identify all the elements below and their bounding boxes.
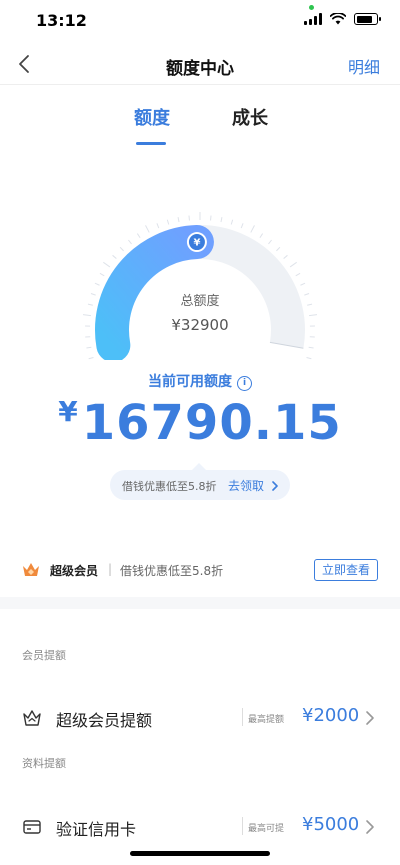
available-credit-amount: ¥16790.15: [0, 395, 400, 451]
status-time: 13:12: [36, 11, 87, 30]
total-credit-label: 总额度: [180, 294, 220, 309]
home-indicator: [130, 851, 270, 856]
gauge-tick: [156, 223, 160, 229]
gauge-tick: [119, 246, 124, 252]
gauge-tick: [136, 233, 141, 239]
gauge-tick: [94, 282, 100, 286]
row-hint: 最高提额: [248, 715, 285, 725]
gauge-tick: [240, 223, 244, 229]
view-now-button[interactable]: 立即查看: [314, 559, 378, 581]
crown-icon: [23, 710, 41, 726]
row-hint: 最高可提: [248, 824, 285, 834]
info-icon[interactable]: i: [237, 376, 252, 391]
chevron-right-icon: [272, 481, 278, 491]
gauge-tick: [308, 346, 314, 349]
currency-symbol: ¥: [58, 395, 78, 428]
promo-text: 借钱优惠低至5.8折: [122, 480, 217, 493]
active-tab-indicator: [136, 142, 166, 145]
section-label-info: 资料提额: [22, 757, 66, 770]
svg-text:¥: ¥: [193, 238, 200, 249]
gauge-tick: [250, 225, 255, 233]
vip-separator: |: [108, 562, 113, 576]
gauge-tick: [177, 217, 180, 223]
gauge-tick: [276, 246, 281, 252]
total-credit-value: ¥32900: [171, 316, 229, 334]
tab-bar: 额度 成长: [0, 98, 400, 148]
page-title: 额度中心: [166, 59, 234, 79]
row-value: ¥2000: [302, 705, 360, 726]
gauge-tick: [99, 272, 105, 277]
section-divider: [0, 597, 400, 609]
row-divider: [242, 817, 243, 835]
gauge-tick: [88, 357, 94, 360]
navigation-bar: 额度中心 明细: [0, 44, 400, 85]
row-title: 验证信用卡: [56, 820, 137, 839]
chevron-right-icon: [366, 820, 374, 834]
vip-crown-icon: [23, 563, 39, 576]
gauge-tick: [86, 346, 92, 349]
available-credit-label-text: 当前可用额度: [148, 374, 232, 390]
list-item-verify-credit-card[interactable]: 验证信用卡 最高可提 ¥5000: [0, 807, 400, 847]
promo-claim-link[interactable]: 去领取: [228, 477, 279, 494]
battery-icon: [354, 13, 381, 25]
gauge-tick: [295, 272, 301, 277]
tab-amount[interactable]: 额度: [134, 104, 170, 130]
list-item-super-member-raise[interactable]: 超级会员提额 最高提额 ¥2000: [0, 698, 400, 738]
yen-badge-icon: ¥: [186, 232, 207, 253]
section-label-member: 会员提额: [22, 649, 66, 662]
vip-title: 超级会员: [50, 564, 99, 578]
signal-icon: [304, 13, 322, 25]
vip-description: 借钱优惠低至5.8折: [120, 564, 224, 578]
credit-card-icon: [23, 820, 41, 834]
row-divider: [242, 708, 243, 726]
battery-level: [356, 15, 372, 23]
gauge-tick: [128, 239, 132, 245]
gauge-tick: [268, 239, 272, 245]
row-title: 超级会员提额: [56, 711, 153, 730]
details-link[interactable]: 明细: [348, 54, 380, 78]
gauge-tick: [300, 282, 306, 286]
vip-membership-row: 超级会员 | 借钱优惠低至5.8折 立即查看: [0, 548, 400, 592]
gauge-tick: [103, 261, 111, 268]
row-value: ¥5000: [302, 814, 360, 835]
gauge-tick: [259, 233, 264, 239]
promo-banner[interactable]: 借钱优惠低至5.8折 去领取: [110, 463, 290, 500]
gauge-tick: [289, 261, 297, 268]
tab-growth[interactable]: 成长: [232, 104, 268, 130]
gauge-tick: [166, 219, 170, 225]
chevron-right-icon: [366, 711, 374, 725]
wifi-icon: [330, 13, 346, 25]
available-credit-label: 当前可用额度 i: [0, 371, 400, 391]
gauge-tick: [306, 357, 312, 360]
gauge-tick: [283, 254, 288, 259]
gauge-tick: [220, 217, 223, 223]
status-bar: 13:12: [0, 0, 400, 44]
gauge-tick: [145, 225, 150, 233]
available-credit-value: 16790.15: [81, 395, 342, 451]
gauge-tick: [230, 219, 234, 225]
status-icons: [304, 13, 381, 25]
gauge-tick: [112, 254, 117, 259]
privacy-indicator: [309, 5, 314, 10]
promo-claim-label: 去领取: [228, 479, 265, 493]
